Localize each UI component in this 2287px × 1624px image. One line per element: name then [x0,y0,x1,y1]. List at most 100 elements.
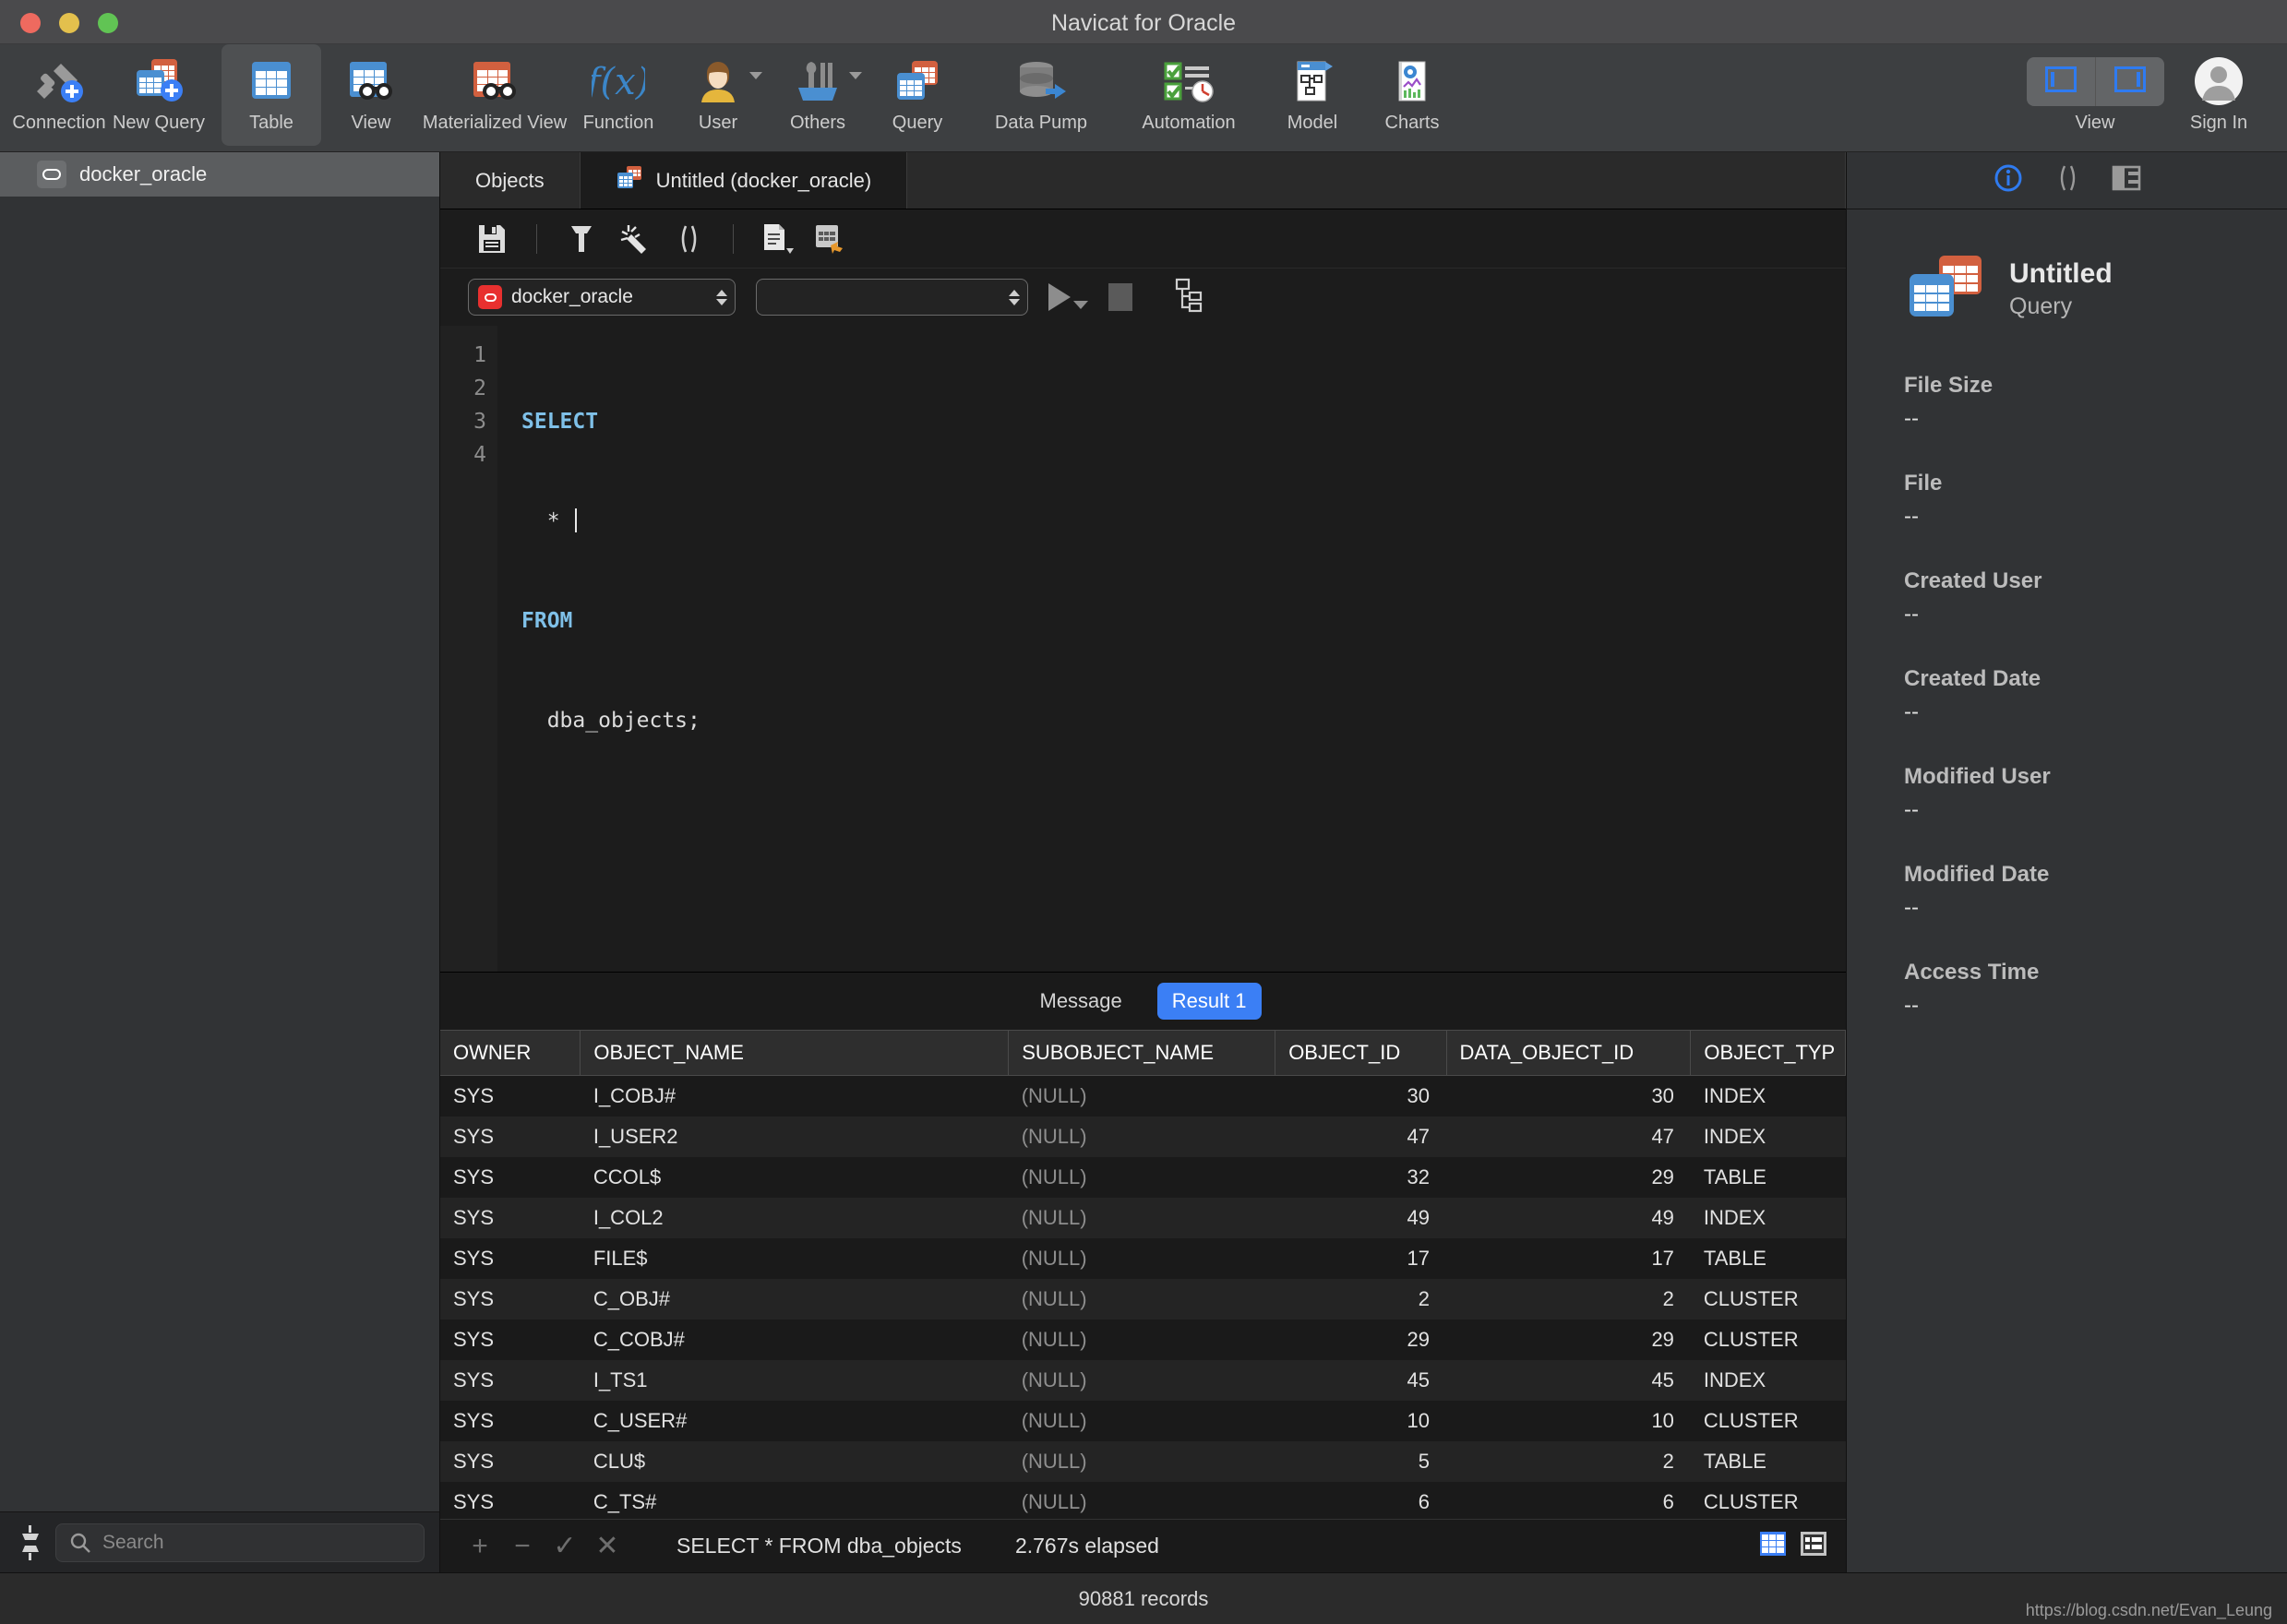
tab-untitled-query[interactable]: Untitled (docker_oracle) [580,152,908,209]
cell-owner[interactable]: SYS [440,1320,581,1360]
grid-columns-icon[interactable] [2112,164,2141,197]
cell-object-name[interactable]: C_TS# [581,1482,1009,1519]
cell-object-id[interactable]: 6 [1275,1482,1446,1519]
cell-object-type[interactable]: INDEX [1690,1198,1846,1238]
cancel-changes-button[interactable]: ✕ [586,1526,629,1567]
cell-object-type[interactable]: CLUSTER [1691,1320,1846,1360]
add-record-button[interactable]: + [459,1526,501,1567]
grid-view-button[interactable] [1759,1530,1787,1562]
cell-object-id[interactable]: 30 [1275,1076,1446,1117]
explain-document-icon[interactable] [754,217,802,261]
toolbar-button-view[interactable]: View [321,44,421,146]
query-builder-icon[interactable] [808,217,856,261]
toolbar-button-charts[interactable]: Charts [1362,44,1462,146]
toolbar-button-automation[interactable]: Automation [1115,44,1263,146]
cell-object-id[interactable]: 45 [1275,1360,1447,1401]
cell-subobject-name[interactable]: (NULL) [1008,1116,1275,1157]
toolbar-button-materialized-view[interactable]: Materialized View [421,44,569,146]
toolbar-button-data-pump[interactable]: Data Pump [967,44,1115,146]
cell-object-type[interactable]: TABLE [1691,1238,1846,1279]
column-header-data-object-id[interactable]: DATA_OBJECT_ID [1446,1030,1692,1076]
cell-data-object-id[interactable]: 17 [1446,1238,1691,1279]
toolbar-button-sign-in[interactable]: Sign In [2169,44,2269,146]
chevron-down-icon[interactable] [749,72,762,79]
toolbar-button-query[interactable]: Query [868,44,967,146]
cell-object-type[interactable]: TABLE [1690,1441,1846,1482]
cell-object-name[interactable]: C_OBJ# [580,1279,1009,1320]
cell-owner[interactable]: SYS [440,1076,581,1117]
cell-data-object-id[interactable]: 29 [1446,1157,1691,1198]
cell-data-object-id[interactable]: 10 [1446,1401,1691,1441]
cell-object-name[interactable]: CLU$ [580,1441,1009,1482]
save-icon[interactable] [468,217,516,261]
sidebar-tree-area[interactable] [0,197,439,1511]
column-header-object-name[interactable]: OBJECT_NAME [580,1030,1010,1076]
cell-object-type[interactable]: INDEX [1691,1076,1846,1117]
cell-object-id[interactable]: 49 [1275,1198,1447,1238]
tab-objects[interactable]: Objects [440,152,581,209]
cell-owner[interactable]: SYS [440,1279,581,1320]
cell-object-id[interactable]: 47 [1275,1116,1447,1157]
column-header-object-id[interactable]: OBJECT_ID [1275,1030,1447,1076]
table-row[interactable]: SYS C_USER# (NULL) 10 10 CLUSTER [440,1401,1846,1441]
cell-object-type[interactable]: TABLE [1691,1157,1846,1198]
cell-data-object-id[interactable]: 29 [1446,1320,1691,1360]
cell-owner[interactable]: SYS [440,1116,581,1157]
table-row[interactable]: SYS I_COL2 (NULL) 49 49 INDEX [440,1198,1846,1238]
cell-object-type[interactable]: CLUSTER [1691,1401,1846,1441]
code-snippet-icon[interactable] [611,217,659,261]
info-icon[interactable] [1994,163,2023,197]
run-query-button[interactable] [1048,283,1088,311]
cell-object-name[interactable]: C_COBJ# [581,1320,1009,1360]
cell-object-name[interactable]: I_USER2 [580,1116,1009,1157]
cell-subobject-name[interactable]: (NULL) [1009,1238,1275,1279]
cell-object-name[interactable]: C_USER# [581,1401,1009,1441]
toolbar-button-model[interactable]: Model [1263,44,1362,146]
chevron-down-icon[interactable] [1073,301,1088,309]
result-grid-body[interactable]: SYS I_COBJ# (NULL) 30 30 INDEX SYS I_USER2 (NULL… [440,1076,1846,1520]
table-row[interactable]: SYS I_COBJ# (NULL) 30 30 INDEX [440,1076,1846,1117]
cell-subobject-name[interactable]: (NULL) [1009,1076,1275,1117]
cell-data-object-id[interactable]: 49 [1446,1198,1691,1238]
cell-subobject-name[interactable]: (NULL) [1009,1320,1275,1360]
cell-data-object-id[interactable]: 30 [1446,1076,1691,1117]
search-input[interactable]: Search [55,1522,425,1562]
result-grid-wrapper[interactable]: OWNER OBJECT_NAME SUBOBJECT_NAME OBJECT_… [440,1030,1846,1519]
cell-object-id[interactable]: 17 [1275,1238,1446,1279]
cell-data-object-id[interactable]: 2 [1446,1441,1691,1482]
cell-object-type[interactable]: INDEX [1690,1116,1846,1157]
cell-subobject-name[interactable]: (NULL) [1008,1198,1275,1238]
cell-owner[interactable]: SYS [440,1482,581,1519]
cell-object-id[interactable]: 10 [1275,1401,1446,1441]
result-grid[interactable]: OWNER OBJECT_NAME SUBOBJECT_NAME OBJECT_… [440,1030,1846,1519]
cell-object-name[interactable]: FILE$ [581,1238,1009,1279]
connection-status-icon[interactable] [15,1523,46,1562]
cell-data-object-id[interactable]: 2 [1446,1279,1691,1320]
table-row[interactable]: SYS CCOL$ (NULL) 32 29 TABLE [440,1157,1846,1198]
chevron-updown-icon[interactable] [716,289,727,305]
delete-record-button[interactable]: − [501,1526,544,1567]
chevron-down-icon[interactable] [849,72,862,79]
cell-owner[interactable]: SYS [440,1360,581,1401]
cell-subobject-name[interactable]: (NULL) [1008,1360,1275,1401]
cell-object-id[interactable]: 32 [1275,1157,1446,1198]
parentheses-icon[interactable] [2054,163,2080,197]
cell-owner[interactable]: SYS [440,1198,581,1238]
cell-object-type[interactable]: CLUSTER [1691,1482,1846,1519]
parentheses-icon[interactable] [665,217,712,261]
database-select[interactable] [756,279,1028,316]
column-header-owner[interactable]: OWNER [440,1030,581,1076]
cell-subobject-name[interactable]: (NULL) [1008,1279,1275,1320]
show-left-pane-button[interactable] [2027,56,2096,106]
cell-data-object-id[interactable]: 6 [1446,1482,1691,1519]
cell-object-name[interactable]: I_COBJ# [581,1076,1009,1117]
result-tab-message[interactable]: Message [1025,983,1137,1020]
cell-object-name[interactable]: CCOL$ [581,1157,1009,1198]
cell-object-type[interactable]: INDEX [1690,1360,1846,1401]
toolbar-view-toggle[interactable]: View [2021,44,2169,146]
cell-subobject-name[interactable]: (NULL) [1008,1441,1275,1482]
beautify-sql-icon[interactable] [557,217,605,261]
toolbar-button-others[interactable]: Others [768,44,868,146]
table-row[interactable]: SYS CLU$ (NULL) 5 2 TABLE [440,1441,1846,1482]
sql-code-area[interactable]: SELECT * FROM dba_objects; [497,326,1846,972]
